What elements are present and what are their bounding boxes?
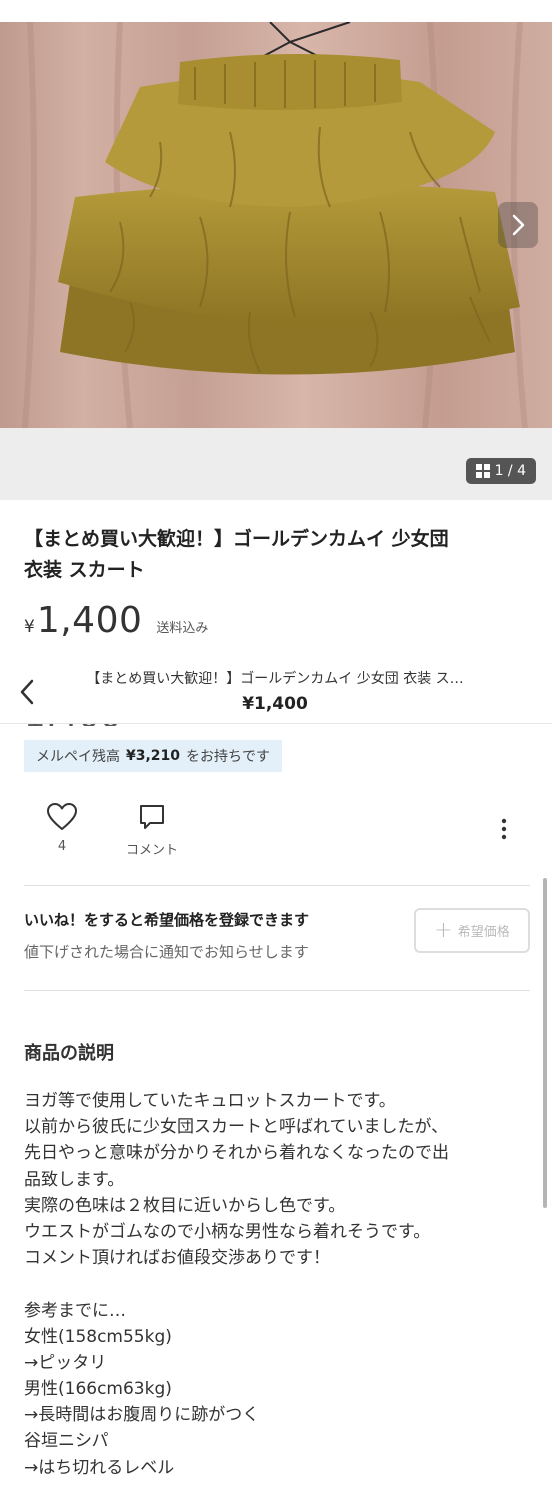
wish-price-label: 希望価格 (457, 925, 510, 940)
comment-label: コメント (125, 843, 178, 858)
next-image-button[interactable] (498, 202, 538, 248)
sticky-header: 【まとめ買い大歓迎！】ゴールデンカムイ 少女団 衣装 ス… ¥1,400 (0, 660, 552, 724)
description-line: ヨガ等で使用していたキュロットスカートです。 (24, 1091, 396, 1111)
product-image-area: 1 / 4 (0, 0, 552, 500)
balance-label: メルペイ残高 (36, 749, 120, 765)
description-line: コメント頂ければお値段交渉ありです！ (24, 1248, 330, 1269)
description-body: ヨガ等で使用していたキュロットスカートです。 以前から彼氏に少女団スカートと呼ば… (24, 1088, 530, 1481)
item-title: 【まとめ買い大歓迎！】ゴールデンカムイ 少女団 衣装 スカート (24, 524, 534, 586)
wish-price-button[interactable]: + 希望価格 (414, 908, 530, 953)
sticky-price: ¥1,400 (242, 694, 308, 714)
back-button[interactable] (16, 677, 40, 707)
scrollbar[interactable] (543, 878, 547, 1208)
chevron-left-icon (20, 679, 34, 705)
description-line: 女性(158cm55kg) (24, 1326, 172, 1347)
shipping-label: 送料込み (156, 621, 209, 636)
like-promo-subtext: 値下げされた場合に通知でお知らせします (24, 943, 309, 961)
sticky-title: 【まとめ買い大歓迎！】ゴールデンカムイ 少女団 衣装 ス… (86, 671, 464, 687)
chevron-right-icon (512, 214, 525, 236)
balance-suffix: をお持ちです (186, 749, 271, 765)
currency-symbol: ¥ (24, 617, 35, 637)
plus-icon: + (434, 917, 453, 943)
image-counter[interactable]: 1 / 4 (465, 458, 536, 484)
description-heading: 商品の説明 (24, 1043, 114, 1064)
like-promo-heading: いいね！をすると希望価格を登録できます (24, 911, 310, 929)
description-line: 実際の色味は２枚目に近いからし色です。 (24, 1195, 346, 1216)
merpay-balance-badge: メルペイ残高 ¥3,210 をお持ちです (24, 740, 283, 772)
image-counter-text: 1 / 4 (494, 463, 526, 479)
divider (24, 990, 530, 991)
item-title-line-2: 衣装 スカート (24, 559, 145, 581)
comment-icon (140, 805, 164, 829)
description-line: ウエストがゴムなので小柄な男性なら着れそうです。 (24, 1221, 431, 1242)
product-photo[interactable] (0, 22, 552, 428)
description-line: 男性(166cm63kg) (24, 1379, 172, 1400)
description-line: →はち切れるレベル (24, 1457, 175, 1478)
item-title-line-1: 【まとめ買い大歓迎！】ゴールデンカムイ 少女団 (24, 528, 449, 550)
description-line: 先日やっと意味が分かりそれから着れなくなったので出 (24, 1143, 449, 1164)
grid-icon (475, 464, 490, 478)
description-line: →長時間はお腹周りに跡がつく (24, 1405, 260, 1426)
balance-amount: ¥3,210 (126, 748, 181, 764)
divider (24, 885, 530, 886)
price-row: ¥ 1,400 送料込み (24, 600, 208, 641)
heart-icon (47, 803, 77, 830)
more-options-button[interactable] (492, 816, 516, 842)
description-line: →ピッタリ (24, 1352, 107, 1373)
description-line: 以前から彼氏に少女団スカートと呼ばれていましたが、 (24, 1117, 449, 1138)
item-price: 1,400 (36, 600, 143, 641)
description-line (24, 1271, 530, 1297)
like-button[interactable]: 4 (42, 803, 82, 854)
more-vertical-icon (501, 818, 507, 840)
skirt-photo-illustration (0, 22, 552, 428)
description-line: 谷垣ニシパ (24, 1431, 109, 1452)
comment-button[interactable]: コメント (116, 803, 188, 858)
top-strip (0, 0, 552, 22)
description-line: 品致します。 (24, 1169, 125, 1190)
like-count: 4 (57, 839, 67, 854)
description-line: 参考までに… (24, 1300, 126, 1321)
